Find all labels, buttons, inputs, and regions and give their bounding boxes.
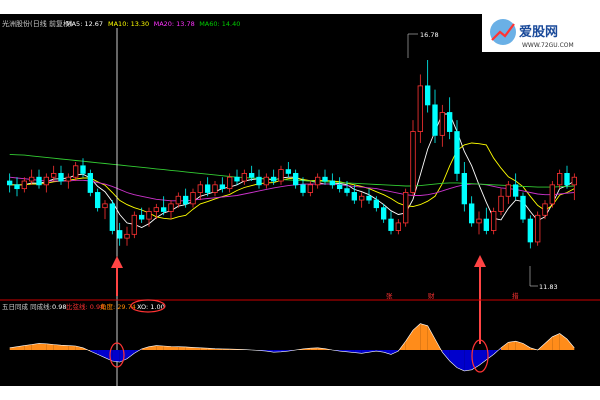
osc-segment bbox=[171, 346, 179, 350]
marker-2: 财 bbox=[428, 291, 435, 300]
logo-globe-icon bbox=[490, 19, 516, 45]
marker-3: 措 bbox=[512, 291, 519, 300]
osc-segment bbox=[68, 345, 76, 350]
candle bbox=[534, 211, 541, 246]
ma-legend-3: MA60: 14.40 bbox=[199, 20, 240, 28]
candle bbox=[109, 200, 116, 235]
indicator-value: 0.98 bbox=[52, 303, 66, 311]
candle bbox=[87, 169, 94, 197]
logo-name: 爱股网 bbox=[519, 24, 558, 40]
logo-url: WWW.72GU.COM bbox=[522, 42, 574, 49]
osc-segment bbox=[508, 341, 516, 350]
osc-segment bbox=[420, 323, 428, 350]
low-price-label: 11.83 bbox=[539, 283, 558, 291]
ma-legend-2: MA20: 13.78 bbox=[154, 20, 195, 28]
candle bbox=[520, 192, 526, 223]
osc-segment bbox=[46, 343, 54, 350]
high-price-label: 16.78 bbox=[420, 31, 439, 39]
marker-1: 张 bbox=[386, 291, 393, 300]
candle bbox=[131, 211, 138, 239]
osc-segment bbox=[457, 350, 465, 371]
osc-segment bbox=[464, 350, 472, 371]
candle bbox=[94, 188, 101, 212]
candle bbox=[402, 188, 409, 227]
stock-name: 光洲股份(日线 前复权) bbox=[2, 19, 73, 28]
candle bbox=[410, 120, 416, 197]
osc-segment bbox=[178, 346, 186, 350]
osc-segment bbox=[112, 350, 120, 363]
indicator-item-1: 比弦线: 0.94 bbox=[66, 302, 104, 311]
ma-legend: MA5: 12.67 MA10: 13.30 MA20: 13.78 MA60: 14… bbox=[66, 20, 240, 28]
candle bbox=[490, 207, 497, 235]
site-logo: 爱股网 WWW.72GU.COM bbox=[482, 14, 600, 52]
ma-legend-0: MA5: 12.67 bbox=[66, 20, 103, 28]
osc-segment bbox=[39, 343, 47, 350]
ma-legend-1: MA10: 13.30 bbox=[108, 20, 149, 28]
stock-chart: 光洲股份(日线 前复权) MA5: 12.67 MA10: 13.30 MA20: … bbox=[0, 0, 600, 400]
osc-segment bbox=[156, 345, 164, 350]
chart-background bbox=[0, 14, 600, 386]
osc-segment bbox=[61, 345, 69, 350]
candle bbox=[549, 181, 556, 208]
indicator-name: 五日同成 同成线: bbox=[2, 302, 52, 311]
